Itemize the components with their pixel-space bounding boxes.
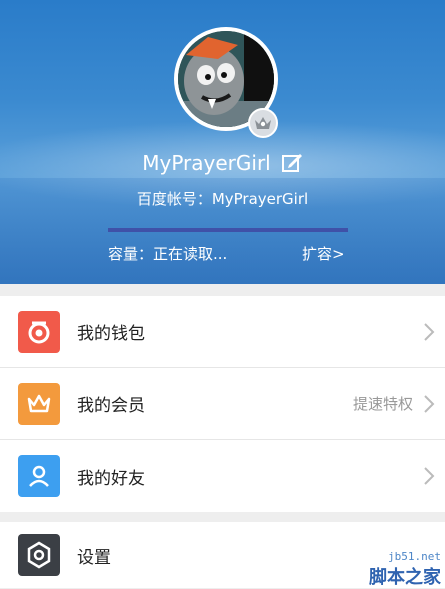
site-watermark: jb51.net 脚本之家 <box>369 550 441 589</box>
crown-icon <box>18 382 60 425</box>
username-row: MyPrayerGirl <box>0 146 445 180</box>
profile-header: MyPrayerGirl 百度帐号：MyPrayerGirl 容量：正在读取..… <box>0 0 445 284</box>
chevron-right-icon <box>424 467 435 485</box>
menu-item-member-label: 我的会员 <box>77 396 145 416</box>
menu-item-settings-label: 设置 <box>77 547 111 568</box>
username: MyPrayerGirl <box>142 151 271 175</box>
watermark-site: jb51.net <box>388 550 441 563</box>
chevron-right-icon <box>424 395 435 413</box>
menu-item-member[interactable]: 我的会员 提速特权 <box>0 368 445 440</box>
menu-item-wallet[interactable]: 我的钱包 <box>0 296 445 368</box>
menu-item-friends-label: 我的好友 <box>77 468 145 489</box>
chevron-right-icon <box>424 323 435 341</box>
menu-list: 我的钱包 我的会员 提速特权 我的好友 <box>0 296 445 512</box>
storage-progress-fill <box>108 228 348 232</box>
menu-item-friends[interactable]: 我的好友 <box>0 440 445 512</box>
gear-icon <box>18 534 60 576</box>
storage-progress-bar <box>108 228 348 232</box>
person-icon <box>18 455 60 497</box>
account-id: 百度帐号：MyPrayerGirl <box>136 190 309 208</box>
edit-icon[interactable] <box>281 152 303 174</box>
expand-storage-link[interactable]: 扩容> <box>302 243 345 264</box>
capacity-status: 容量：正在读取... <box>108 245 228 263</box>
vip-crown-badge <box>248 108 278 138</box>
member-speedup-privilege: 提速特权 <box>352 395 413 413</box>
watermark-name: 脚本之家 <box>369 567 441 588</box>
wallet-icon <box>18 310 60 353</box>
menu-item-wallet-label: 我的钱包 <box>77 324 145 344</box>
